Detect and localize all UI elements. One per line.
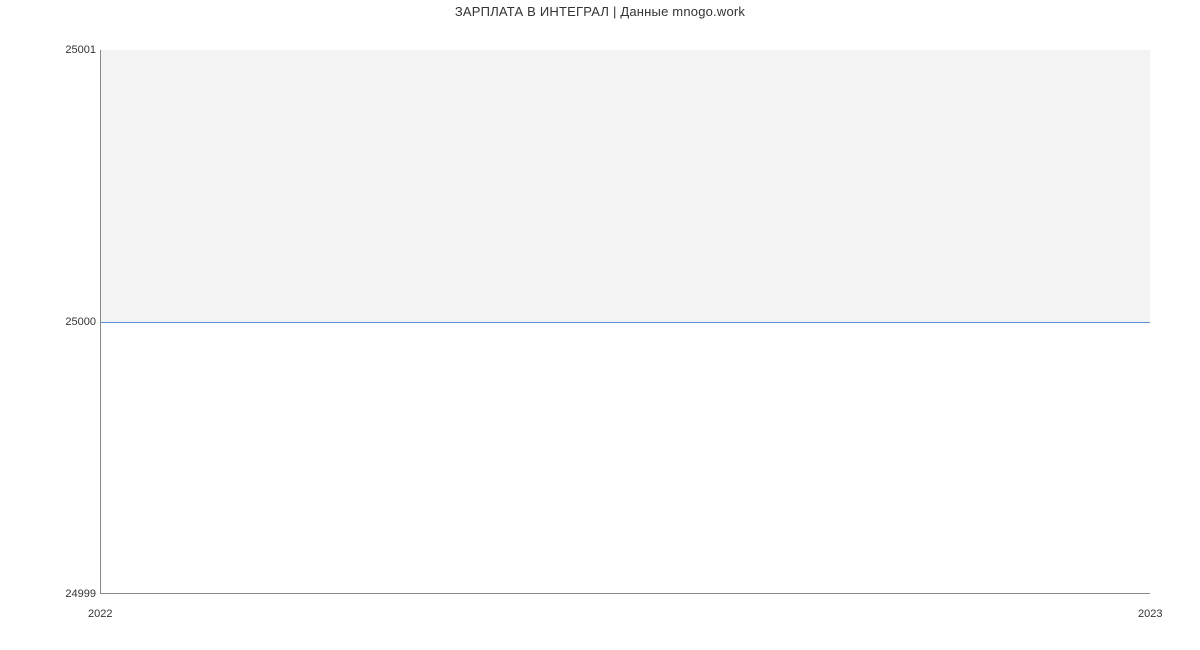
chart-title: ЗАРПЛАТА В ИНТЕГРАЛ | Данные mnogo.work [0,4,1200,19]
plot-area [100,50,1150,594]
y-axis-tick-label: 25001 [36,44,96,56]
chart-container: ЗАРПЛАТА В ИНТЕГРАЛ | Данные mnogo.work … [0,0,1200,650]
area-fill [101,50,1150,322]
data-line [101,322,1150,323]
y-axis-tick-label: 24999 [36,588,96,600]
y-axis-tick-label: 25000 [36,316,96,328]
x-axis-tick-label: 2022 [88,608,112,620]
x-axis-tick-label: 2023 [1138,608,1162,620]
